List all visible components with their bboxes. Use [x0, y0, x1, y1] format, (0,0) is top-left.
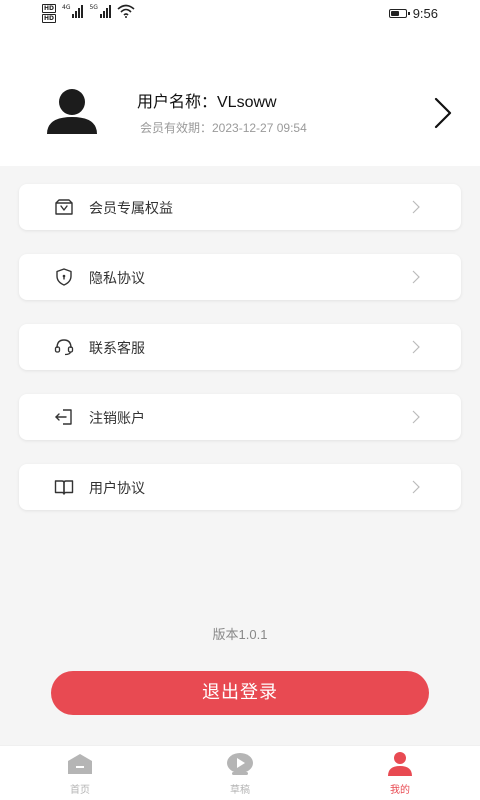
chevron-right-icon [412, 270, 420, 284]
home-icon [68, 754, 92, 774]
headset-icon [54, 339, 74, 356]
profile-card[interactable]: 用户名称：VLsoww 会员有效期：2023-12-27 09:54 [0, 30, 480, 166]
network-label-2: 5G [89, 4, 98, 11]
tab-label: 我的 [390, 785, 410, 796]
tab-mine[interactable]: 我的 [360, 752, 440, 800]
vip-box-icon [55, 199, 73, 215]
menu-label: 联系客服 [89, 341, 145, 357]
hd-badge-1: HD [42, 4, 57, 13]
membership-expiry: 会员有效期：2023-12-27 09:54 [140, 121, 307, 135]
wifi-icon [117, 4, 135, 18]
tab-label: 草稿 [230, 785, 250, 796]
status-bar: HD HD 4G 5G 9:56 [0, 0, 480, 30]
battery-icon [388, 9, 410, 18]
menu-label: 注销账户 [89, 411, 145, 427]
chevron-right-icon[interactable] [432, 96, 454, 130]
avatar-icon [47, 89, 97, 134]
menu-label: 隐私协议 [89, 271, 145, 287]
menu-label: 用户协议 [89, 481, 145, 497]
chevron-right-icon [412, 410, 420, 424]
battery-fill [390, 11, 399, 16]
logout-button[interactable]: 退出登录 [51, 671, 429, 715]
signal-5g-icon: 5G [89, 4, 111, 18]
shield-icon [56, 268, 72, 286]
logout-door-icon [55, 409, 72, 425]
menu-item-delete-account[interactable]: 注销账户 [19, 394, 461, 440]
user-icon [388, 752, 412, 776]
status-right: 9:56 [388, 6, 438, 21]
book-icon [54, 480, 74, 495]
chevron-right-icon [412, 200, 420, 214]
hd-badge-2: HD [42, 14, 57, 23]
menu-item-privacy[interactable]: 隐私协议 [19, 254, 461, 300]
status-time: 9:56 [412, 6, 438, 21]
status-left: HD HD 4G 5G [42, 4, 135, 23]
menu-item-user-agreement[interactable]: 用户协议 [19, 464, 461, 510]
tab-home[interactable]: 首页 [40, 752, 120, 800]
tab-drafts[interactable]: 草稿 [200, 752, 280, 800]
chevron-right-icon [412, 480, 420, 494]
menu-item-vip-benefits[interactable]: 会员专属权益 [19, 184, 461, 230]
menu-item-customer-service[interactable]: 联系客服 [19, 324, 461, 370]
hd-indicators: HD HD [42, 4, 57, 23]
chevron-right-icon [412, 340, 420, 354]
network-label-1: 4G [62, 4, 71, 11]
signal-4g-icon: 4G [62, 4, 84, 18]
play-icon [227, 753, 253, 775]
user-name: 用户名称：VLsoww [137, 94, 277, 111]
tab-label: 首页 [70, 785, 90, 796]
app-version: 版本1.0.1 [212, 627, 268, 642]
bottom-tab-bar: 首页 草稿 我的 [0, 745, 480, 800]
menu-label: 会员专属权益 [89, 201, 173, 217]
